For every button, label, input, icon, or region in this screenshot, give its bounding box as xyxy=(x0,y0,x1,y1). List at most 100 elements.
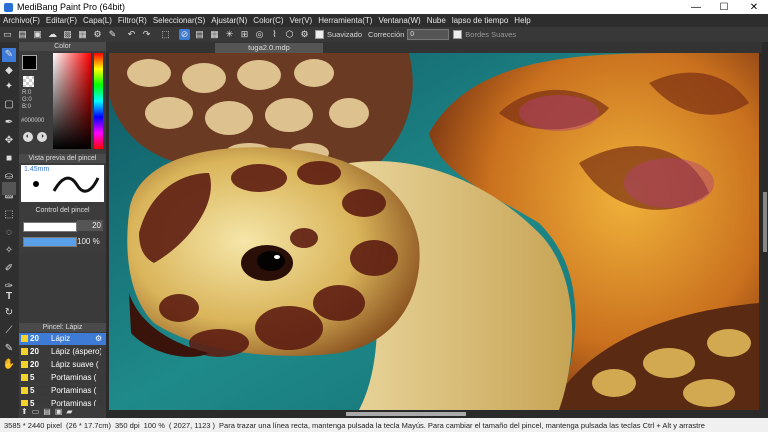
undo-icon[interactable]: ↶ xyxy=(126,29,137,40)
horizontal-scroll-thumb[interactable] xyxy=(346,412,466,416)
status-dimensions: 3585 * 2440 pixel xyxy=(4,420,62,430)
pen-b-tool-icon[interactable]: ✎ xyxy=(2,342,16,356)
delete-brush-icon[interactable]: ▣ xyxy=(55,407,63,416)
snap-grid-icon[interactable]: ⊞ xyxy=(239,29,250,40)
copy-brush-icon[interactable]: ▤ xyxy=(43,407,51,416)
brush-size-readout: 1.45mm xyxy=(24,166,50,173)
brush-size-field[interactable]: 20 xyxy=(77,220,103,231)
move-tool-icon[interactable]: ✥ xyxy=(2,134,16,148)
eyedropper-tool-icon[interactable]: ⟋ xyxy=(2,324,16,338)
soft-edges-checkbox[interactable] xyxy=(453,30,463,39)
brush-list-item[interactable]: 20 Lápiz (áspero) xyxy=(19,346,106,358)
brush-size-slider[interactable] xyxy=(23,222,77,232)
brush-list-item[interactable]: 5 Portaminas ( xyxy=(19,372,106,384)
saturation-value-picker[interactable] xyxy=(53,53,91,149)
magic-wand-tool-icon[interactable]: ✧ xyxy=(2,244,16,258)
menu-ajustar[interactable]: Ajustar(N) xyxy=(211,16,247,25)
pen-tool-icon[interactable]: ✒ xyxy=(2,116,16,130)
drawing-canvas[interactable] xyxy=(109,53,759,410)
snap-circle-icon[interactable]: ◎ xyxy=(254,29,265,40)
horizontal-scrollbar[interactable] xyxy=(106,410,762,418)
brush-control-panel: Control del pincel 20 100 % xyxy=(19,206,106,254)
select-tool-icon[interactable]: ⬚ xyxy=(2,208,16,222)
menu-filtro[interactable]: Filtro(R) xyxy=(118,16,147,25)
snap-off-icon[interactable]: ⊘ xyxy=(179,29,190,40)
correction-select[interactable]: 0 xyxy=(407,29,450,40)
menu-editar[interactable]: Editar(F) xyxy=(46,16,77,25)
redo-icon[interactable]: ↷ xyxy=(141,29,152,40)
vertical-scrollbar[interactable] xyxy=(762,42,768,418)
primary-color-swatch[interactable] xyxy=(22,55,37,70)
deselect-icon[interactable]: ⬚ xyxy=(160,29,171,40)
brush-list-header: Pincel: Lápiz xyxy=(19,323,106,332)
dot-tool-icon[interactable]: ✦ xyxy=(2,80,16,94)
color-mode-icon[interactable]: ◑ xyxy=(37,132,47,142)
menu-capa[interactable]: Capa(L) xyxy=(83,16,112,25)
snap-parallel-icon[interactable]: ▤ xyxy=(194,29,205,40)
snap-curve-icon[interactable]: ⌇ xyxy=(269,29,280,40)
menu-archivo[interactable]: Archivo(F) xyxy=(3,16,40,25)
vertical-scroll-thumb[interactable] xyxy=(763,192,767,252)
snap-perspective-icon[interactable]: ⬡ xyxy=(284,29,295,40)
save-icon[interactable]: ▣ xyxy=(32,29,43,40)
brush-settings-icon[interactable]: ⚙ xyxy=(95,333,102,345)
snap-settings-icon[interactable]: ⚙ xyxy=(299,29,310,40)
lasso-tool-icon[interactable]: ◌ xyxy=(2,226,16,240)
settings-icon[interactable]: ⚙ xyxy=(92,29,103,40)
brush-tool-icon[interactable]: ✎ xyxy=(2,48,16,62)
menu-ver[interactable]: Ver(V) xyxy=(290,16,313,25)
menu-lapso[interactable]: lapso de tiempo xyxy=(452,16,508,25)
transparent-swatch[interactable] xyxy=(23,76,34,87)
fill-rect-tool-icon[interactable]: ■ xyxy=(2,152,16,166)
status-dpi: 350 dpi xyxy=(115,420,140,430)
menu-seleccionar[interactable]: Seleccionar(S) xyxy=(153,16,205,25)
new-file-icon[interactable]: ▭ xyxy=(2,29,13,40)
menu-herramienta[interactable]: Herramienta(T) xyxy=(318,16,372,25)
image-icon[interactable]: ▧ xyxy=(62,29,73,40)
snap-cross-icon[interactable]: ▦ xyxy=(209,29,220,40)
color-panel-header: Color xyxy=(19,42,106,51)
brush-list-item[interactable]: 5 Portaminas ( xyxy=(19,385,106,397)
maximize-button[interactable]: ☐ xyxy=(710,0,738,14)
palette-icon[interactable]: ◐ xyxy=(23,132,33,142)
shape-tool-icon[interactable]: ▢ xyxy=(2,98,16,112)
document-tab[interactable]: tuga2.0.mdp xyxy=(215,43,323,53)
hand-tool-icon[interactable]: ✋ xyxy=(2,358,16,372)
menu-help[interactable]: Help xyxy=(514,16,530,25)
opacity-slider[interactable] xyxy=(23,237,77,247)
smoothing-checkbox[interactable] xyxy=(315,30,324,39)
menu-nube[interactable]: Nube xyxy=(427,16,446,25)
window-title: MediBang Paint Pro (64bit) xyxy=(17,2,126,12)
title-bar: MediBang Paint Pro (64bit) — ☐ ✕ xyxy=(0,0,768,14)
status-zoom: 100 % xyxy=(143,420,165,430)
open-icon[interactable]: ▤ xyxy=(17,29,28,40)
brush-color-swatch xyxy=(21,348,28,355)
select-pen-tool-icon[interactable]: ✐ xyxy=(2,262,16,276)
panel-toggle-icon[interactable] xyxy=(2,182,16,195)
grid-icon[interactable]: ▦ xyxy=(77,29,88,40)
status-hint: Para trazar una línea recta, mantenga pu… xyxy=(219,420,705,430)
add-brush-icon[interactable]: ⬆ xyxy=(21,407,28,416)
cloud-icon[interactable]: ☁ xyxy=(47,29,58,40)
operation-tool-icon[interactable]: ↻ xyxy=(2,306,16,320)
brush-preview-panel: Vista previa del pincel 1.45mm xyxy=(19,154,106,204)
menu-color[interactable]: Color(C) xyxy=(253,16,283,25)
brush-list-item[interactable]: 5 Portaminas ( xyxy=(19,398,106,406)
brush-icon[interactable]: ✎ xyxy=(107,29,118,40)
brush-color-swatch xyxy=(21,361,28,368)
close-button[interactable]: ✕ xyxy=(740,0,768,14)
new-brush-icon[interactable]: ▭ xyxy=(32,407,40,416)
folder-icon[interactable]: ▰ xyxy=(66,407,72,416)
snap-radial-icon[interactable]: ✳ xyxy=(224,29,235,40)
brush-control-header: Control del pincel xyxy=(19,206,106,215)
status-bar: 3585 * 2440 pixel (26 * 17.7cm) 350 dpi … xyxy=(0,418,768,432)
text-tool-icon[interactable]: T xyxy=(2,290,16,304)
eraser-tool-icon[interactable]: ◆ xyxy=(2,64,16,78)
brush-list-item[interactable]: 20 Lápiz ⚙ xyxy=(19,333,106,345)
minimize-button[interactable]: — xyxy=(682,0,710,14)
app-icon xyxy=(4,2,13,12)
opacity-field[interactable]: 100 % xyxy=(77,236,103,247)
menu-ventana[interactable]: Ventana(W) xyxy=(378,16,420,25)
brush-list-item[interactable]: 20 Lápiz suave ( xyxy=(19,359,106,371)
hue-slider[interactable] xyxy=(94,53,103,149)
